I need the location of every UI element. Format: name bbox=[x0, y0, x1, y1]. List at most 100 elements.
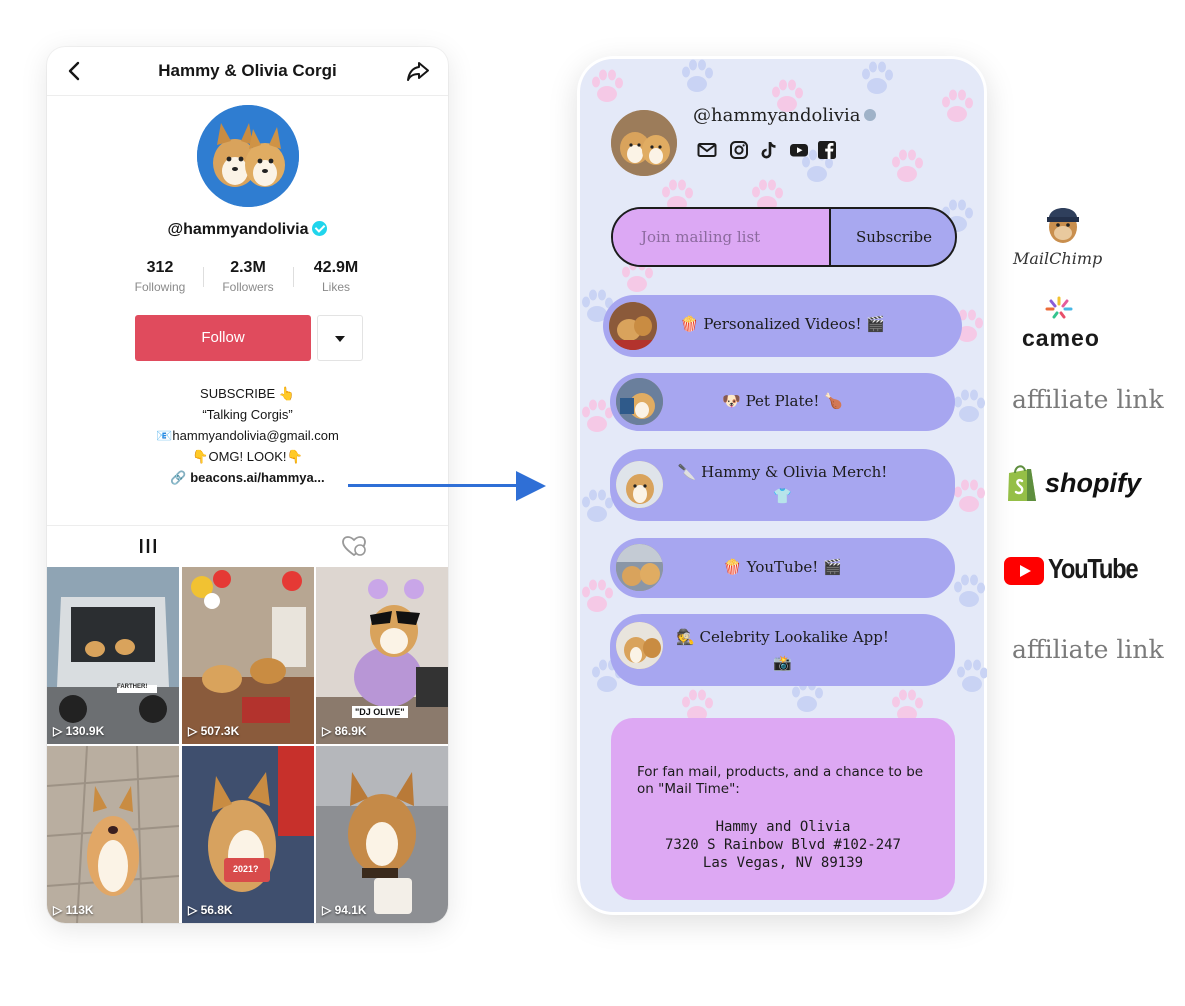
view-count-text: 94.1K bbox=[334, 903, 367, 917]
handle-text: @hammyandolivia bbox=[167, 221, 309, 238]
link-label: 🔪 Hammy & Olivia Merch! bbox=[677, 463, 888, 481]
stat-label: Likes bbox=[321, 280, 350, 294]
share-icon[interactable] bbox=[406, 60, 430, 82]
link-label: 🐶 Pet Plate! 🍗 bbox=[722, 392, 843, 410]
view-count-text: 56.8K bbox=[200, 903, 233, 917]
link-button-celebrity-lookalike[interactable]: 🕵 Celebrity Lookalike App! 📸 bbox=[610, 614, 955, 686]
grid-icon bbox=[140, 539, 156, 553]
arrow-head-icon bbox=[516, 471, 546, 501]
view-count-text: 113K bbox=[65, 903, 94, 917]
stat-divider bbox=[203, 267, 204, 287]
tiktok-icon[interactable] bbox=[759, 140, 779, 160]
link-button-youtube[interactable]: 🍿 YouTube! 🎬 bbox=[610, 538, 955, 598]
mailing-address: Hammy and Olivia 7320 S Rainbow Blvd #10… bbox=[611, 818, 955, 872]
arrow-line bbox=[348, 484, 518, 487]
facebook-icon[interactable] bbox=[817, 140, 837, 160]
instagram-icon[interactable] bbox=[729, 140, 749, 160]
profile-stats: 312 Following 2.3M Followers 42.9M Likes bbox=[117, 259, 378, 299]
bio-line: “Talking Corgis” bbox=[202, 407, 293, 422]
youtube-icon[interactable] bbox=[789, 140, 809, 160]
video-image bbox=[47, 746, 179, 923]
fan-mail-text: For fan mail, products, and a chance to … bbox=[637, 764, 924, 797]
video-thumbnail[interactable]: 2021? ▷ 56.8K bbox=[182, 746, 314, 923]
view-count: ▷ 56.8K bbox=[188, 903, 233, 917]
tab-videos[interactable] bbox=[123, 526, 173, 570]
suggested-accounts-dropdown-button[interactable] bbox=[317, 315, 363, 361]
video-image bbox=[182, 746, 314, 923]
tab-liked[interactable] bbox=[329, 526, 379, 568]
play-icon: ▷ bbox=[53, 903, 66, 917]
hidden-heart-icon bbox=[342, 536, 366, 557]
play-icon: ▷ bbox=[322, 903, 335, 917]
stat-label: Following bbox=[134, 280, 186, 294]
beacons-avatar bbox=[611, 110, 677, 176]
view-count: ▷ 113K bbox=[53, 903, 94, 917]
link-label: 🍿 Personalized Videos! 🎬 bbox=[679, 315, 886, 333]
address-line: Las Vegas, NV 89139 bbox=[702, 855, 864, 871]
youtube-logo: YouTube bbox=[1004, 553, 1149, 593]
follow-button[interactable]: Follow bbox=[135, 315, 311, 361]
view-count-text: 507.3K bbox=[200, 724, 240, 738]
address-line: Hammy and Olivia bbox=[715, 819, 851, 835]
video-thumbnail[interactable]: ▷ 113K bbox=[47, 746, 179, 923]
play-icon: ▷ bbox=[188, 903, 201, 917]
video-thumbnail[interactable]: ▷ 94.1K bbox=[316, 746, 448, 923]
link-button-merch[interactable]: 🔪 Hammy & Olivia Merch! 👕 bbox=[610, 449, 955, 521]
mailing-list-input[interactable]: Join mailing list bbox=[613, 209, 831, 265]
link-label: 🍿 YouTube! 🎬 bbox=[723, 558, 842, 576]
play-icon: ▷ bbox=[322, 724, 335, 738]
stat-value: 2.3M bbox=[230, 259, 266, 276]
video-grid: FARTHER! ▷ 130.9K ▷ 507.3K "DJ OLIVE" ▷ … bbox=[47, 567, 448, 923]
cameo-logo: cameo bbox=[1022, 295, 1102, 357]
video-thumbnail[interactable]: FARTHER! ▷ 130.9K bbox=[47, 567, 179, 744]
mailchimp-freddie-icon bbox=[1047, 208, 1079, 243]
profile-tabs bbox=[47, 525, 448, 570]
affiliate-link-label: affiliate link bbox=[1012, 385, 1164, 414]
video-image bbox=[316, 746, 448, 923]
bio-line: 👇OMG! LOOK!👇 bbox=[192, 449, 303, 464]
bio-line: SUBSCRIBE 👆 bbox=[200, 386, 295, 401]
link-label-emoji: 📸 bbox=[773, 654, 792, 672]
play-icon: ▷ bbox=[188, 724, 201, 738]
stat-likes[interactable]: 42.9M Likes bbox=[293, 259, 379, 294]
video-thumbnail[interactable]: "DJ OLIVE" ▷ 86.9K bbox=[316, 567, 448, 744]
video-caption: FARTHER! bbox=[117, 684, 148, 690]
stat-label: Followers bbox=[222, 280, 274, 294]
link-button-personalized-videos[interactable]: 🍿 Personalized Videos! 🎬 bbox=[603, 295, 962, 357]
link-button-pet-plate[interactable]: 🐶 Pet Plate! 🍗 bbox=[610, 373, 955, 431]
link-label: 🕵 Celebrity Lookalike App! bbox=[676, 628, 889, 646]
view-count-text: 130.9K bbox=[65, 724, 105, 738]
play-icon: ▷ bbox=[53, 724, 66, 738]
youtube-play-icon bbox=[1004, 557, 1044, 585]
view-count: ▷ 94.1K bbox=[322, 903, 367, 917]
link-icon: 🔗 bbox=[170, 470, 187, 485]
view-count-text: 86.9K bbox=[334, 724, 367, 738]
beacons-page-screen: @hammyandolivia Join mailing list Subscr… bbox=[577, 56, 987, 915]
view-count: ▷ 507.3K bbox=[188, 724, 239, 738]
view-count: ▷ 86.9K bbox=[322, 724, 367, 738]
verified-badge-icon bbox=[312, 221, 328, 236]
link-label-emoji: 👕 bbox=[773, 487, 792, 505]
profile-handle: @hammyandolivia bbox=[47, 221, 448, 239]
profile-title: Hammy & Olivia Corgi bbox=[158, 61, 337, 80]
subscribe-button[interactable]: Subscribe bbox=[833, 209, 955, 265]
cameo-wordmark: cameo bbox=[1022, 325, 1100, 351]
view-count: ▷ 130.9K bbox=[53, 724, 104, 738]
tiktok-header: Hammy & Olivia Corgi bbox=[47, 47, 448, 96]
fan-mail-card: For fan mail, products, and a chance to … bbox=[611, 718, 955, 900]
shopify-wordmark: shopify bbox=[1045, 468, 1142, 498]
handle-text: @hammyandolivia bbox=[693, 105, 861, 126]
mail-icon[interactable] bbox=[697, 140, 717, 160]
profile-bio: SUBSCRIBE 👆 “Talking Corgis” 📧hammyandol… bbox=[47, 383, 448, 488]
corgi-avatar-image bbox=[197, 105, 299, 207]
video-image bbox=[182, 567, 314, 744]
stat-followers[interactable]: 2.3M Followers bbox=[205, 259, 291, 294]
beacons-handle: @hammyandolivia bbox=[693, 105, 877, 126]
affiliate-link-label: affiliate link bbox=[1012, 635, 1164, 664]
mailchimp-wordmark: MailChimp bbox=[1013, 249, 1103, 268]
verified-badge-icon bbox=[864, 109, 877, 121]
video-caption: "DJ OLIVE" bbox=[352, 706, 408, 718]
stat-following[interactable]: 312 Following bbox=[117, 259, 203, 294]
video-thumbnail[interactable]: ▷ 507.3K bbox=[182, 567, 314, 744]
profile-avatar[interactable] bbox=[197, 105, 299, 207]
